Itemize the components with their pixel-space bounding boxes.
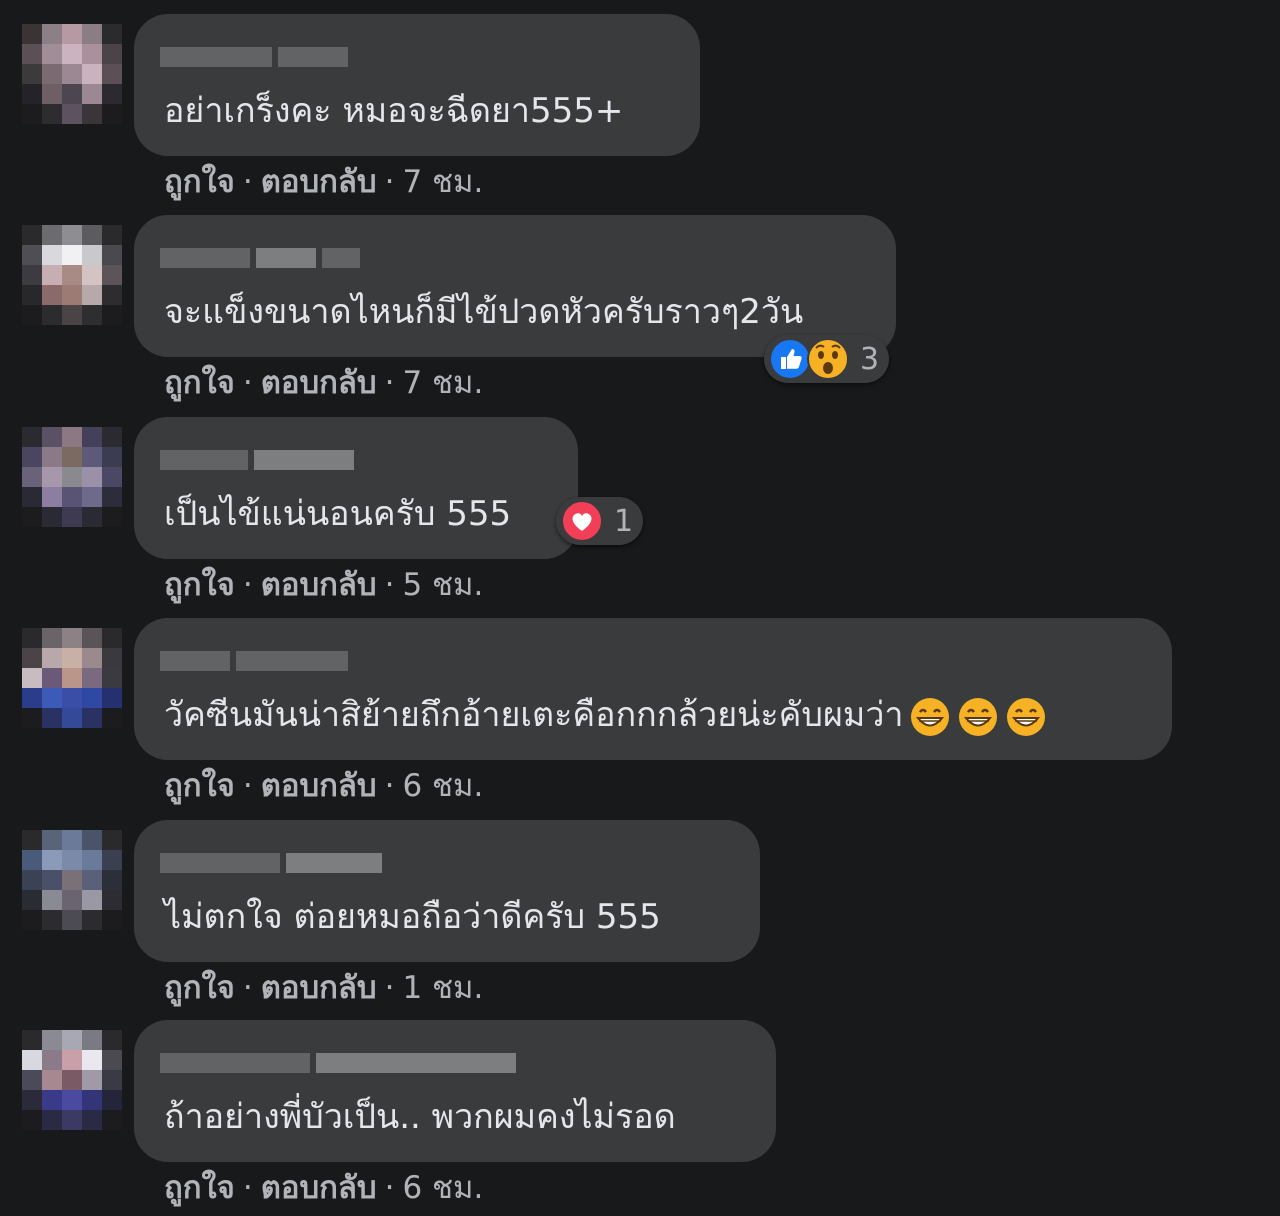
comment-bubble: ไม่ตกใจ ต่อยหมอถือว่าดีครับ 555 (134, 820, 760, 962)
author-name-blurred[interactable] (160, 844, 382, 882)
comment-time[interactable]: 7 ชม. (402, 164, 483, 200)
comment-time[interactable]: 6 ชม. (402, 768, 483, 804)
comment-text: ไม่ตกใจ ต่อยหมอถือว่าดีครับ 555 (164, 897, 661, 937)
comment-text: ถ้าอย่างพี่บัวเป็น.. พวกผมคงไม่รอด (164, 1097, 676, 1137)
reaction-summary[interactable]: 3 (764, 335, 890, 383)
reaction-count: 1 (614, 503, 634, 539)
grinning-emoji (910, 697, 949, 736)
like-button[interactable]: ถูกใจ (164, 1170, 235, 1206)
comment-text: เป็นไข้แน่นอนครับ 555 (164, 494, 512, 534)
avatar[interactable] (22, 1030, 122, 1130)
comment-actions: ถูกใจ · ตอบกลับ · 7 ชม. (164, 164, 484, 200)
author-name-blurred[interactable] (160, 38, 348, 76)
like-button[interactable]: ถูกใจ (164, 164, 235, 200)
comment-bubble: วัคซีนมันน่าสิย้ายถึกอ้ายเตะคือกกกล้วยน่… (134, 618, 1172, 760)
love-icon (561, 500, 603, 542)
avatar[interactable] (22, 628, 122, 728)
comment-text: วัคซีนมันน่าสิย้ายถึกอ้ายเตะคือกกกล้วยน่… (164, 692, 1048, 739)
author-name-blurred[interactable] (160, 642, 348, 680)
comment-time[interactable]: 6 ชม. (402, 1170, 483, 1206)
comment-bubble: เป็นไข้แน่นอนครับ 555 (134, 417, 578, 559)
comment-actions: ถูกใจ · ตอบกลับ · 1 ชม. (164, 970, 484, 1006)
comment-time[interactable]: 1 ชม. (402, 970, 483, 1006)
comment-actions: ถูกใจ · ตอบกลับ · 5 ชม. (164, 567, 484, 603)
grinning-emoji (1006, 697, 1045, 736)
comment-text: อย่าเกร็งคะ หมอจะฉีดยา555+ (164, 91, 624, 131)
reply-button[interactable]: ตอบกลับ (261, 365, 377, 401)
comment-bubble: ถ้าอย่างพี่บัวเป็น.. พวกผมคงไม่รอด (134, 1020, 776, 1162)
reply-button[interactable]: ตอบกลับ (261, 970, 377, 1006)
comment-bubble: อย่าเกร็งคะ หมอจะฉีดยา555+ (134, 14, 700, 156)
comment-actions: ถูกใจ · ตอบกลับ · 7 ชม. (164, 365, 484, 401)
avatar[interactable] (22, 830, 122, 930)
reply-button[interactable]: ตอบกลับ (261, 567, 377, 603)
avatar[interactable] (22, 427, 122, 527)
comment-time[interactable]: 7 ชม. (402, 365, 483, 401)
like-button[interactable]: ถูกใจ (164, 567, 235, 603)
author-name-blurred[interactable] (160, 239, 360, 277)
like-button[interactable]: ถูกใจ (164, 768, 235, 804)
comment-actions: ถูกใจ · ตอบกลับ · 6 ชม. (164, 768, 484, 804)
author-name-blurred[interactable] (160, 1044, 516, 1082)
avatar[interactable] (22, 225, 122, 325)
wow-icon (807, 338, 849, 380)
reaction-summary[interactable]: 1 (556, 497, 644, 545)
avatar[interactable] (22, 24, 122, 124)
comment-text-body: วัคซีนมันน่าสิย้ายถึกอ้ายเตะคือกกกล้วยน่… (164, 695, 904, 735)
comment-text: จะแข็งขนาดไหนก็มีไข้ปวดหัวครับราวๆ2วัน (164, 292, 804, 332)
author-name-blurred[interactable] (160, 441, 354, 479)
like-button[interactable]: ถูกใจ (164, 365, 235, 401)
comment-time[interactable]: 5 ชม. (402, 567, 483, 603)
reply-button[interactable]: ตอบกลับ (261, 164, 377, 200)
comment-actions: ถูกใจ · ตอบกลับ · 6 ชม. (164, 1170, 484, 1206)
like-button[interactable]: ถูกใจ (164, 970, 235, 1006)
reply-button[interactable]: ตอบกลับ (261, 768, 377, 804)
reaction-count: 3 (860, 341, 880, 377)
grinning-emoji (958, 697, 997, 736)
reply-button[interactable]: ตอบกลับ (261, 1170, 377, 1206)
